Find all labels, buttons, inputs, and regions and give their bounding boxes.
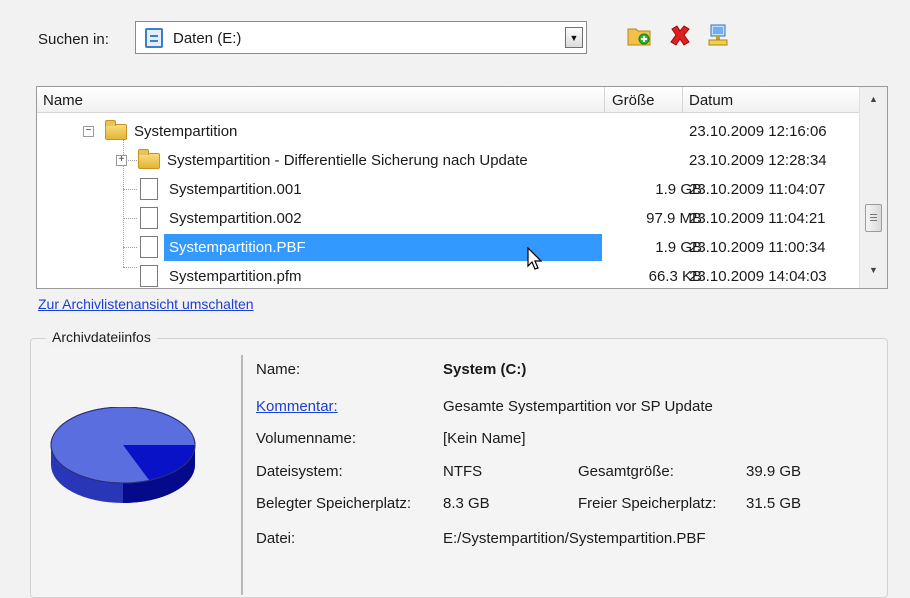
row-date: 23.10.2009 11:04:21 [689,210,826,227]
table-header: Name Größe Datum [37,87,859,113]
table-row[interactable]: − Systempartition 23.10.2009 12:16:06 [37,117,859,146]
divider [241,355,243,595]
expand-icon[interactable]: + [116,155,127,166]
table-row-selected[interactable]: Systempartition.PBF 1.9 GB 23.10.2009 11… [37,233,859,262]
folder-icon [105,120,127,140]
drive-icon [145,28,163,48]
row-date: 23.10.2009 11:04:07 [689,181,826,198]
scroll-down-icon[interactable]: ▼ [860,260,887,280]
comment-value: Gesamte Systempartition vor SP Update [443,398,713,415]
name-label: Name: [256,361,301,378]
network-icon[interactable] [705,22,731,48]
file-label: Datei: [256,530,296,547]
group-title: Archivdateiinfos [46,329,157,345]
delete-icon[interactable] [667,22,693,48]
toggle-archive-list-link[interactable]: Zur Archivlistenansicht umschalten [38,296,254,312]
table-row[interactable]: + Systempartition - Differentielle Siche… [37,146,859,175]
file-icon [140,236,158,258]
row-name: Systempartition.002 [169,210,302,227]
location-value: Daten (E:) [173,30,242,47]
row-date: 23.10.2009 12:28:34 [689,152,827,169]
used-space-label: Belegter Speicherplatz: [256,495,412,512]
total-size-value: 39.9 GB [746,463,802,480]
comment-link[interactable]: Kommentar: [256,398,338,415]
chevron-down-icon[interactable]: ▼ [565,27,583,48]
volume-value: [Kein Name] [443,430,526,447]
mouse-cursor-icon [527,247,543,270]
table-row[interactable]: Systempartition.002 97.9 MB 23.10.2009 1… [37,204,859,233]
location-combobox[interactable]: Daten (E:) ▼ [135,21,587,54]
row-name: Systempartition.pfm [169,268,302,285]
row-size: 66.3 KB [648,268,702,285]
row-date: 23.10.2009 14:04:03 [689,268,827,285]
file-icon [140,207,158,229]
folder-icon [138,149,160,169]
column-header-name[interactable]: Name [43,92,83,109]
row-name: Systempartition [134,123,238,140]
free-space-label: Freier Speicherplatz: [578,495,717,512]
volume-label: Volumenname: [256,430,357,447]
new-folder-icon[interactable] [626,22,652,48]
file-path-value: E:/Systempartition/Systempartition.PBF [443,530,706,547]
row-size: 1.9 GB [655,239,702,256]
row-name: Systempartition - Differentielle Sicheru… [167,152,528,169]
row-size: 97.9 MB [646,210,702,227]
row-date: 23.10.2009 11:00:34 [689,239,826,256]
row-name: Systempartition.PBF [169,239,306,256]
column-header-date[interactable]: Datum [689,92,733,109]
filesystem-label: Dateisystem: [256,463,343,480]
file-icon [140,265,158,287]
table-row[interactable]: Systempartition.001 1.9 GB 23.10.2009 11… [37,175,859,204]
filesystem-value: NTFS [443,463,483,480]
file-icon [140,178,158,200]
vertical-scrollbar[interactable]: ▲ ▼ [859,87,887,288]
column-header-size[interactable]: Größe [612,92,655,109]
free-space-value: 31.5 GB [746,495,802,512]
row-date: 23.10.2009 12:16:06 [689,123,827,140]
collapse-icon[interactable]: − [83,126,94,137]
search-in-label: Suchen in: [38,31,109,48]
table-row[interactable]: Systempartition.pfm 66.3 KB 23.10.2009 1… [37,262,859,288]
scroll-up-icon[interactable]: ▲ [860,89,887,109]
disk-usage-pie-chart [50,407,196,503]
row-name: Systempartition.001 [169,181,302,198]
total-size-label: Gesamtgröße: [578,463,674,480]
row-size: 1.9 GB [655,181,702,198]
name-value: System (C:) [443,361,527,378]
used-space-value: 8.3 GB [443,495,490,512]
scroll-thumb[interactable] [865,204,882,232]
file-table[interactable]: Name Größe Datum − Systempartition 23.10… [36,86,888,289]
